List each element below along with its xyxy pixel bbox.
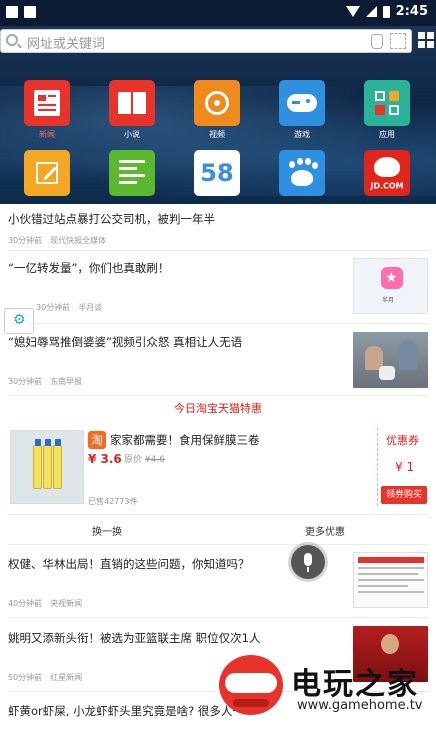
baidu-icon bbox=[279, 150, 325, 196]
menu-grid-icon[interactable] bbox=[418, 32, 434, 48]
news-thumbnail bbox=[353, 552, 428, 608]
news-time: 30分钟前 bbox=[36, 303, 71, 312]
search-icon bbox=[6, 34, 18, 46]
watermark-text: 电玩之家 bbox=[291, 667, 419, 702]
status-time: 2:45 bbox=[395, 4, 428, 19]
news-time: 40分钟前 bbox=[8, 599, 43, 608]
app-apps[interactable]: 应用 bbox=[362, 80, 412, 140]
apps-icon bbox=[364, 80, 410, 126]
home-header: 网址或关键词 新闻 小说 视频 游戏 应用 58 JD.COM bbox=[0, 26, 436, 204]
app-jd[interactable]: JD.COM bbox=[362, 150, 412, 196]
58-icon-text: 58 bbox=[200, 159, 234, 187]
news-title: 姚明又添新头衔！被选为亚篮联主席 职位仅次1人 bbox=[8, 631, 261, 645]
news-source: 红星新闻 bbox=[50, 673, 83, 682]
status-bar: 2:45 bbox=[0, 0, 436, 26]
app-label: 小说 bbox=[124, 130, 140, 139]
book-icon bbox=[109, 80, 155, 126]
list-item[interactable]: 小伙错过站点暴打公交司机，被判一年半 30分钟前 现代快报全媒体 bbox=[0, 204, 436, 252]
watermark-logo-icon bbox=[219, 655, 283, 715]
jd-icon: JD.COM bbox=[364, 150, 410, 196]
watermark-url: www.gamehome.tv bbox=[297, 698, 423, 713]
notification-icon bbox=[6, 6, 18, 18]
news-icon bbox=[24, 80, 70, 126]
divider bbox=[8, 544, 428, 545]
promo-header: 今日淘宝天猫特惠 bbox=[174, 402, 262, 415]
sold-count: 已售42773件 bbox=[88, 497, 138, 506]
list-item[interactable]: 权健、华林出局！直销的这些问题，你知道吗？ 40分钟前 央视新闻 bbox=[0, 546, 436, 618]
news-title: “媳妇辱骂推倒婆婆”视频引众怒 真相让人无语 bbox=[8, 335, 243, 349]
divider bbox=[8, 395, 428, 396]
news-thumbnail: ★ 半月 bbox=[353, 258, 428, 314]
news-meta: 40分钟前 央视新闻 bbox=[8, 598, 90, 609]
app-baidu[interactable] bbox=[277, 150, 327, 196]
gamepad-icon bbox=[279, 80, 325, 126]
app-label: 应用 bbox=[379, 130, 395, 139]
app-label: 视频 bbox=[209, 130, 225, 139]
app-video[interactable]: 视频 bbox=[192, 80, 242, 140]
news-source: 半月谈 bbox=[78, 303, 103, 312]
divider bbox=[8, 250, 428, 251]
divider bbox=[8, 514, 428, 515]
scan-icon[interactable] bbox=[390, 33, 406, 49]
film-icon bbox=[194, 80, 240, 126]
site-watermark: 电玩之家 www.gamehome.tv bbox=[219, 655, 436, 731]
news-meta: 50分钟前 红星新闻 bbox=[8, 672, 90, 683]
news-meta: 30分钟前 现代快报全媒体 bbox=[8, 235, 114, 246]
get-coupon-button[interactable]: 领券购买 bbox=[381, 486, 427, 504]
browser-screen: { "status": { "time": "2:45" }, "search"… bbox=[0, 0, 436, 731]
news-title: “一亿转发量”，你们也真敢刷！ bbox=[8, 261, 170, 275]
product-image[interactable] bbox=[10, 430, 84, 504]
app-novel[interactable]: 小说 bbox=[107, 80, 157, 140]
app-text[interactable] bbox=[107, 150, 157, 196]
voice-search-button[interactable] bbox=[291, 545, 325, 579]
news-thumbnail bbox=[353, 332, 428, 388]
news-title: 小伙错过站点暴打公交司机，被判一年半 bbox=[8, 212, 215, 226]
signal-icon bbox=[365, 6, 377, 17]
app-label: 新闻 bbox=[39, 130, 55, 139]
app-games[interactable]: 游戏 bbox=[277, 80, 327, 140]
original-price-value: ¥4.6 bbox=[144, 455, 165, 465]
page-indicator bbox=[200, 186, 223, 191]
refresh-button[interactable]: 换一换 bbox=[92, 523, 122, 538]
news-title: 虾黄or虾屎, 小龙虾虾头里究竟是啥? 很多人一 bbox=[8, 704, 244, 718]
news-time: 30分钟前 bbox=[8, 377, 43, 386]
taobao-logo-icon: 淘 bbox=[88, 431, 106, 449]
thumb-label: 半月 bbox=[382, 297, 395, 304]
divider bbox=[8, 617, 428, 618]
news-time: 30分钟前 bbox=[8, 236, 43, 245]
jd-logo-text: JD.COM bbox=[370, 181, 404, 191]
notification-icon bbox=[24, 6, 36, 18]
news-time: 50分钟前 bbox=[8, 673, 43, 682]
list-item[interactable]: “一亿转发量”，你们也真敢刷！ 30分钟前 半月谈 ★ 半月 bbox=[0, 252, 436, 324]
more-deals-button[interactable]: 更多优惠 bbox=[305, 523, 345, 538]
wifi-icon bbox=[345, 6, 360, 17]
battery-icon bbox=[382, 5, 390, 18]
original-price-label: 原价 bbox=[124, 455, 143, 465]
coupon-box: 优惠券 ¥ 1 领券购买 bbox=[377, 428, 427, 506]
search-placeholder: 网址或关键词 bbox=[27, 37, 106, 52]
news-meta: 30分钟前 半月谈 bbox=[36, 302, 110, 313]
app-label: 游戏 bbox=[294, 130, 310, 139]
news-source: 现代快报全媒体 bbox=[50, 236, 107, 245]
coupon-value: ¥ 1 bbox=[395, 460, 415, 474]
original-price: 原价 ¥4.6 bbox=[124, 452, 165, 465]
search-input[interactable]: 网址或关键词 bbox=[0, 29, 412, 53]
note-icon bbox=[24, 150, 70, 196]
product-title[interactable]: 家家都需要！食用保鲜膜三卷 bbox=[110, 432, 260, 448]
news-meta: 30分钟前 东南早报 bbox=[8, 376, 90, 387]
news-title: 权健、华林出局！直销的这些问题，你知道吗？ bbox=[8, 557, 250, 571]
text-icon bbox=[109, 150, 155, 196]
app-news[interactable]: 新闻 bbox=[22, 80, 72, 140]
product-price: ¥ 3.6 bbox=[88, 452, 122, 466]
news-source: 央视新闻 bbox=[50, 599, 83, 608]
app-notes[interactable] bbox=[22, 150, 72, 196]
list-item[interactable]: “媳妇辱骂推倒婆婆”视频引众怒 真相让人无语 30分钟前 东南早报 bbox=[0, 326, 436, 396]
news-source: 东南早报 bbox=[50, 377, 83, 386]
promo-actions: 换一换 更多优惠 bbox=[0, 518, 436, 542]
gesture-icon[interactable] bbox=[371, 34, 383, 49]
coupon-label: 优惠券 bbox=[386, 434, 419, 447]
divider bbox=[8, 323, 428, 324]
